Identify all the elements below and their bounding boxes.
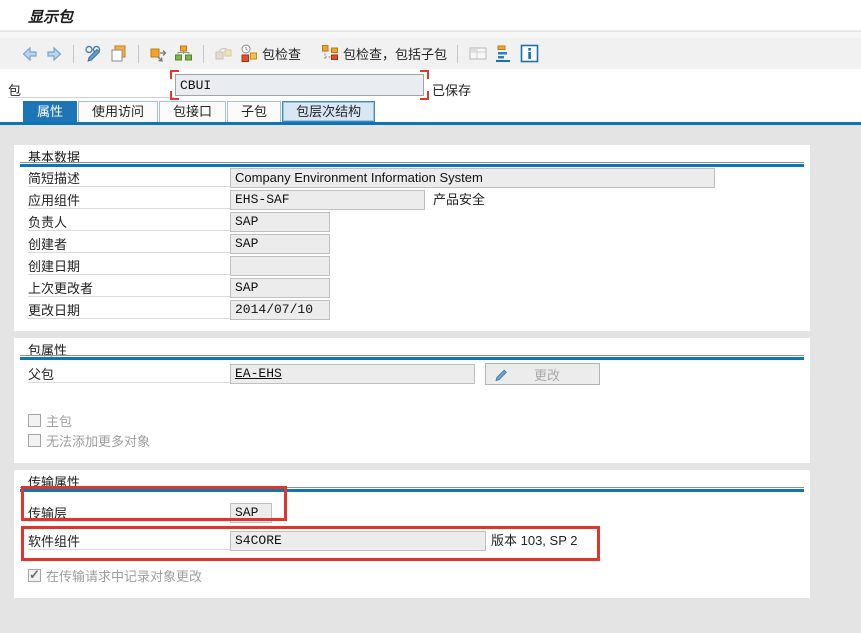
package-input[interactable] bbox=[175, 74, 424, 96]
record-changes-checkbox-label: 在传输请求中记录对象更改 bbox=[46, 569, 203, 584]
change-button-label: 更改 bbox=[533, 367, 560, 383]
tab-use-accesses[interactable]: 使用访问 bbox=[78, 101, 159, 122]
toolbar-separator bbox=[457, 44, 459, 63]
transport-layer-field[interactable]: SAP bbox=[230, 503, 272, 523]
main-package-checkbox[interactable] bbox=[28, 414, 41, 427]
toolbar-separator bbox=[73, 44, 74, 63]
forward-button[interactable] bbox=[42, 43, 66, 65]
application-component-description: 产品安全 bbox=[433, 192, 486, 207]
superpackage-link[interactable]: EA-EHS bbox=[235, 366, 282, 381]
package-check-icon bbox=[241, 44, 257, 62]
section-accent-line bbox=[20, 489, 804, 492]
changed-on-field[interactable]: 2014/07/10 bbox=[230, 300, 330, 320]
check-objects-icon bbox=[215, 47, 232, 60]
section-basic-data: 基本数据 简短描述 Company Environment Informatio… bbox=[14, 145, 810, 331]
last-changed-by-field[interactable]: SAP bbox=[230, 278, 330, 298]
application-component-field[interactable]: EHS-SAF bbox=[230, 190, 425, 210]
short-description-label: 简短描述 bbox=[28, 168, 230, 187]
table-view-icon bbox=[469, 47, 487, 60]
application-component-label: 应用组件 bbox=[28, 190, 230, 209]
transport-layer-label: 传输层 bbox=[28, 503, 230, 522]
application-toolbar: 包检查 包检查，包括子包 bbox=[0, 38, 861, 69]
hierarchy-button[interactable] bbox=[171, 43, 196, 65]
package-check-subpackages-icon bbox=[322, 45, 339, 60]
tab-strip: 属性 使用访问 包接口 子包 包层次结构 bbox=[23, 101, 376, 122]
main-package-checkbox-row[interactable]: 主包 bbox=[28, 411, 72, 430]
pencil-icon bbox=[495, 369, 507, 381]
tab-subpackages[interactable]: 子包 bbox=[227, 101, 282, 122]
back-button[interactable] bbox=[18, 43, 42, 65]
created-by-label: 创建者 bbox=[28, 234, 230, 253]
record-changes-checkbox-row[interactable]: 在传输请求中记录对象更改 bbox=[28, 566, 202, 585]
window-titlebar: 显示包 bbox=[0, 0, 861, 31]
created-on-label: 创建日期 bbox=[28, 256, 230, 275]
created-on-field[interactable] bbox=[230, 256, 330, 276]
no-more-objects-checkbox-label: 无法添加更多对象 bbox=[46, 434, 151, 449]
back-icon bbox=[22, 46, 37, 61]
section-rule bbox=[20, 355, 804, 356]
last-changed-by-label: 上次更改者 bbox=[28, 278, 230, 297]
copy-icon bbox=[111, 45, 126, 62]
superpackage-label: 父包 bbox=[28, 364, 230, 383]
check-objects-button[interactable] bbox=[211, 43, 236, 65]
package-check-label: 包检查 bbox=[262, 47, 302, 62]
person-responsible-label: 负责人 bbox=[28, 212, 230, 231]
move-button[interactable] bbox=[146, 43, 171, 65]
table-view-button[interactable] bbox=[465, 43, 491, 65]
section-transport-attributes: 传输属性 传输层 SAP 软件组件 S4CORE 版本 103, SP 2 在传… bbox=[14, 470, 810, 598]
toolbar-separator bbox=[203, 44, 204, 63]
page-title: 显示包 bbox=[28, 9, 74, 26]
no-more-objects-checkbox[interactable] bbox=[28, 434, 41, 447]
info-button[interactable] bbox=[517, 43, 542, 65]
sort-button[interactable] bbox=[491, 43, 517, 65]
person-responsible-field[interactable]: SAP bbox=[230, 212, 330, 232]
short-description-field[interactable]: Company Environment Information System bbox=[230, 168, 715, 188]
content-area: 基本数据 简短描述 Company Environment Informatio… bbox=[0, 125, 861, 633]
forward-icon bbox=[47, 46, 62, 61]
section-accent-line bbox=[20, 357, 804, 360]
package-check-subpackages-button[interactable]: 包检查，包括子包 bbox=[318, 43, 450, 65]
sort-icon bbox=[496, 45, 511, 62]
toolbar-separator bbox=[138, 44, 139, 63]
display-change-button[interactable] bbox=[81, 43, 106, 65]
record-changes-checkbox[interactable] bbox=[28, 567, 41, 583]
package-check-subpackages-label: 包检查，包括子包 bbox=[343, 47, 448, 62]
saved-status: 已保存 bbox=[432, 83, 472, 98]
display-change-icon bbox=[85, 45, 101, 62]
hierarchy-icon bbox=[175, 45, 192, 61]
copy-button[interactable] bbox=[106, 43, 131, 65]
change-button[interactable]: 更改 bbox=[485, 363, 600, 385]
main-package-checkbox-label: 主包 bbox=[46, 414, 73, 429]
changed-on-label: 更改日期 bbox=[28, 300, 230, 319]
header-area: 包 已保存 属性 使用访问 包接口 子包 包层次结构 bbox=[0, 69, 861, 125]
tab-properties[interactable]: 属性 bbox=[23, 101, 78, 122]
section-accent-line bbox=[20, 164, 804, 167]
section-rule bbox=[20, 162, 804, 163]
software-component-field[interactable]: S4CORE bbox=[230, 531, 486, 551]
created-by-field[interactable]: SAP bbox=[230, 234, 330, 254]
move-icon bbox=[150, 48, 167, 62]
software-component-label: 软件组件 bbox=[28, 531, 230, 550]
tab-package-hierarchy[interactable]: 包层次结构 bbox=[282, 101, 376, 122]
section-package-attributes: 包属性 父包 EA-EHS 更改 主包 无法添加更多对象 bbox=[14, 338, 810, 463]
package-check-button[interactable]: 包检查 bbox=[236, 43, 304, 65]
section-rule bbox=[20, 487, 804, 488]
info-icon bbox=[520, 44, 539, 63]
superpackage-field[interactable]: EA-EHS bbox=[230, 364, 475, 384]
software-component-version: 版本 103, SP 2 bbox=[491, 533, 578, 548]
package-label-underline bbox=[8, 97, 174, 98]
no-more-objects-checkbox-row[interactable]: 无法添加更多对象 bbox=[28, 431, 150, 450]
tab-package-interface[interactable]: 包接口 bbox=[159, 101, 227, 122]
